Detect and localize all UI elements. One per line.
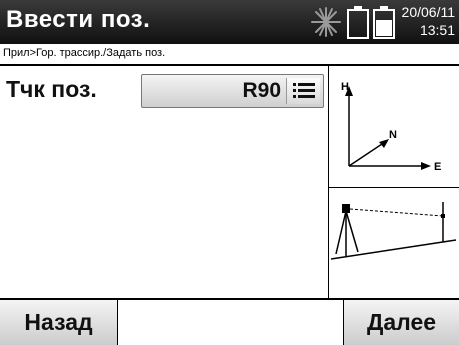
breadcrumb: Прил>Гор. трассир./Задать поз. [3,47,166,59]
date: 20/06/11 [401,4,455,20]
list-icon [293,83,315,98]
axis-h-label: H [341,81,349,93]
date-time: 20/06/11 13:51 [402,3,455,39]
battery-icon [347,6,369,39]
breadcrumb-bar: Прил>Гор. трассир./Задать поз. [0,44,459,66]
coordinate-axes-diagram: H N E [341,81,441,173]
back-button[interactable]: Назад [0,300,118,345]
slope-setup-diagram [330,202,457,260]
empty-softkey [118,300,343,345]
next-button[interactable]: Далее [343,300,459,345]
softkey-bar: Назад Далее [0,298,459,345]
axis-e-label: E [434,161,441,173]
sun-star-icon [311,7,341,37]
time: 13:51 [419,22,455,38]
title-bar: Ввести поз. 20/06/11 13:51 [0,0,459,44]
point-value: R90 [242,79,281,102]
main-panel: Тчк поз. R90 H N E [0,66,459,298]
point-label: Тчк поз. [6,76,97,102]
side-divider-horizontal [328,187,459,188]
point-list-button[interactable] [286,78,320,104]
point-select[interactable]: R90 [141,74,324,108]
screen-title: Ввести поз. [6,6,151,33]
axis-n-label: N [389,129,397,141]
battery-icon [373,6,395,39]
